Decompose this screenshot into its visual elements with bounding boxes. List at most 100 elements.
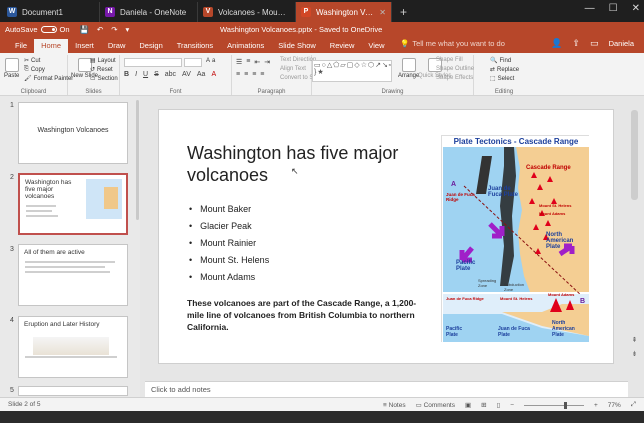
shadow-button[interactable]: abc (165, 71, 176, 78)
slide-vertical-scrollbar[interactable]: ⇞ ⇟ (628, 96, 642, 384)
reading-view-icon[interactable]: ▯ (497, 401, 501, 409)
comments-toggle[interactable]: ▭ Comments (416, 401, 455, 409)
shapes-gallery[interactable]: ▭○△⬠▱▢◇☆⬡↗↘⇨⌒{ }★ (312, 60, 392, 82)
italic-button[interactable]: I (135, 71, 137, 78)
next-slide-icon[interactable]: ⇟ (630, 350, 639, 358)
tell-me-search[interactable]: 💡 Tell me what you want to do (400, 39, 505, 48)
cut-button[interactable]: ✂ Cut (24, 57, 40, 65)
increase-indent-icon[interactable]: ⇥ (264, 58, 270, 66)
slide-canvas[interactable]: Washington has five major volcanoes Moun… (158, 109, 614, 364)
slide-body-text[interactable]: These volcanoes are part of the Cascade … (187, 297, 432, 333)
align-left-icon[interactable]: ≡ (236, 71, 240, 78)
account-icon[interactable]: 👤 (551, 38, 562, 49)
group-label: Clipboard (20, 89, 47, 95)
replace-button[interactable]: ⇄ Replace (490, 66, 519, 74)
browser-tab-washington-volcanoes[interactable]: P Washington Volcanoe ✕ (296, 2, 392, 22)
slide-thumbnail-1[interactable]: Washington Volcanoes (18, 102, 128, 164)
xs-label-helens: Mount St. Helens (500, 296, 533, 301)
font-grow-shrink[interactable]: Aa (206, 58, 215, 64)
section-button[interactable]: ▭ Section (90, 75, 118, 83)
tab-label: Document1 (22, 7, 63, 17)
save-icon[interactable]: 💾 (80, 25, 89, 34)
format-painter-button[interactable]: 🖌 Format Painter (24, 75, 73, 83)
browser-tab-document1[interactable]: W Document1 (2, 2, 100, 22)
plate-tectonics-figure[interactable]: Plate Tectonics - Cascade Range Cascade … (441, 135, 590, 343)
tab-home[interactable]: Home (34, 39, 69, 53)
strikethrough-button[interactable]: S (154, 71, 159, 78)
comment-icon[interactable]: ▭ (590, 38, 599, 49)
decrease-indent-icon[interactable]: ⇤ (254, 58, 260, 66)
tab-draw[interactable]: Draw (101, 39, 133, 53)
align-text-button[interactable]: Align Text (280, 66, 306, 72)
layout-button[interactable]: ▤ Layout (90, 57, 116, 65)
undo-icon[interactable]: ↶ (97, 25, 103, 34)
autosave-control[interactable]: AutoSave On (5, 25, 70, 34)
font-color-button[interactable]: A (211, 71, 216, 78)
autosave-toggle[interactable] (40, 25, 57, 33)
justify-icon[interactable]: ≡ (260, 71, 264, 78)
numbering-icon[interactable]: ≡ (246, 58, 250, 66)
arrange-button[interactable]: Arrange (398, 58, 419, 79)
customize-qat-icon[interactable]: ▾ (125, 25, 129, 34)
previous-slide-icon[interactable]: ⇞ (630, 336, 639, 344)
bullet-list[interactable]: Mount Baker Glacier Peak Mount Rainier M… (189, 201, 269, 286)
slide-thumbnail-5[interactable] (18, 386, 128, 396)
select-button[interactable]: ⬚ Select (490, 75, 514, 83)
fit-slide-icon[interactable]: ⤢ (631, 401, 636, 409)
align-right-icon[interactable]: ≡ (252, 71, 256, 78)
zoom-in-icon[interactable]: + (594, 402, 598, 409)
change-case-button[interactable]: Aa (197, 71, 206, 78)
minimize-button[interactable]: — (585, 3, 595, 14)
text-direction-button[interactable]: Text Direction (280, 57, 316, 63)
tab-file[interactable]: File (8, 39, 34, 53)
shape-fill-button[interactable]: Shape Fill (436, 57, 463, 63)
browser-tab-onenote[interactable]: N Daniela - OneNote (100, 2, 198, 22)
shape-outline-button[interactable]: Shape Outline (436, 66, 474, 72)
share-icon[interactable]: ⇪ (573, 38, 581, 49)
ribbon-tab-bar: File Home Insert Draw Design Transitions… (0, 36, 644, 53)
font-shrink-icon[interactable]: a (212, 58, 215, 64)
zoom-slider[interactable] (523, 401, 584, 409)
font-grow-icon[interactable]: A (206, 58, 210, 64)
tab-transitions[interactable]: Transitions (170, 39, 220, 53)
shape-effects-button[interactable]: Shape Effects (436, 75, 473, 81)
char-spacing-button[interactable]: AV (182, 71, 191, 78)
slide-title[interactable]: Washington has five major volcanoes (187, 142, 417, 186)
slide-thumbnail-3[interactable]: All of them are active (18, 244, 128, 306)
find-button[interactable]: 🔍 Find (490, 57, 511, 65)
bullets-icon[interactable]: ☰ (236, 58, 242, 66)
align-center-icon[interactable]: ≡ (244, 71, 248, 78)
close-window-button[interactable]: ✕ (632, 3, 640, 14)
font-size-box[interactable] (184, 58, 202, 67)
new-tab-button[interactable]: + (392, 2, 415, 22)
notes-pane[interactable]: Click to add notes (145, 381, 628, 397)
slide-thumbnail-2[interactable]: Washington has five major volcanoes (18, 173, 128, 235)
bold-button[interactable]: B (124, 71, 129, 78)
reset-button[interactable]: ↺ Reset (90, 66, 113, 74)
scrollbar-thumb[interactable] (631, 110, 638, 200)
zoom-level[interactable]: 77% (608, 402, 621, 409)
copy-button[interactable]: ⎘ Copy (24, 66, 45, 73)
user-name[interactable]: Daniela (609, 39, 634, 48)
normal-view-icon[interactable]: ▣ (465, 401, 471, 409)
tab-design[interactable]: Design (132, 39, 169, 53)
slide-sorter-icon[interactable]: ⊞ (481, 401, 486, 409)
paste-button[interactable]: Paste (4, 58, 19, 79)
font-name-box[interactable] (124, 58, 182, 67)
close-tab-icon[interactable]: ✕ (379, 8, 386, 17)
browser-tab-volcanoes[interactable]: V Volcanoes - Mount Rainie (198, 2, 296, 22)
thumbnail-scrollbar[interactable] (136, 100, 139, 220)
zoom-out-icon[interactable]: − (510, 402, 514, 409)
underline-button[interactable]: U (143, 71, 148, 78)
notes-toggle[interactable]: ≡ Notes (383, 402, 406, 409)
tab-insert[interactable]: Insert (68, 39, 101, 53)
thumb-number: 3 (10, 246, 14, 253)
tab-review[interactable]: Review (323, 39, 362, 53)
tab-animations[interactable]: Animations (220, 39, 271, 53)
thumb-figure (33, 337, 109, 355)
tab-view[interactable]: View (361, 39, 391, 53)
slide-thumbnail-4[interactable]: Eruption and Later History (18, 316, 128, 378)
tab-slide-show[interactable]: Slide Show (271, 39, 323, 53)
maximize-button[interactable]: ☐ (609, 3, 618, 14)
redo-icon[interactable]: ↷ (111, 25, 117, 34)
